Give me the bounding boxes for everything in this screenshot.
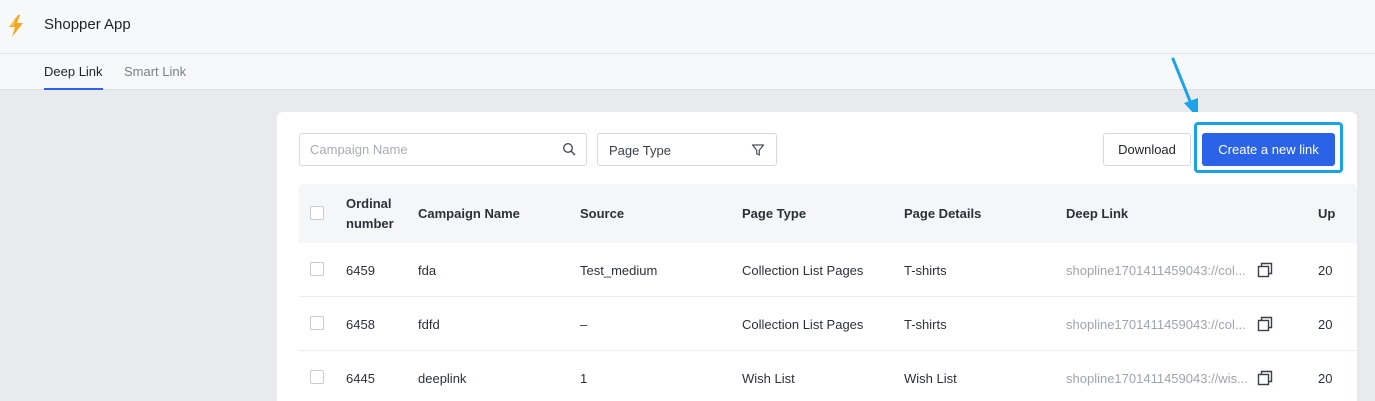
updated-cell: 20 (1318, 262, 1333, 278)
column-header-updated: Up (1318, 205, 1336, 221)
app-title: Shopper App (44, 16, 131, 33)
lightning-logo-icon (9, 15, 23, 37)
search-icon[interactable] (562, 142, 576, 156)
page-type-filter[interactable]: Page Type (597, 133, 777, 166)
annotation-arrow-icon (1171, 57, 1198, 118)
row-checkbox[interactable] (310, 370, 324, 384)
copy-icon[interactable] (1257, 262, 1273, 278)
updated-cell: 20 (1318, 370, 1333, 386)
column-header-ordinal: Ordinal number (346, 195, 394, 231)
column-header-page-details: Page Details (904, 205, 982, 221)
source-cell: Test_medium (580, 262, 658, 278)
app-header: Shopper App (0, 0, 1375, 54)
campaign-name-cell: deeplink (418, 370, 467, 386)
page-type-filter-label: Page Type (609, 143, 671, 158)
page-details-cell: T-shirts (904, 316, 947, 332)
campaign-search-input[interactable] (300, 134, 550, 165)
table-row[interactable]: 6459 fda Test_medium Collection List Pag… (299, 243, 1357, 297)
download-button[interactable]: Download (1103, 133, 1191, 166)
page-type-cell: Collection List Pages (742, 316, 864, 332)
campaign-name-cell: fdfd (418, 316, 440, 332)
copy-icon[interactable] (1257, 370, 1273, 386)
column-header-campaign-name: Campaign Name (418, 205, 520, 221)
select-all-checkbox[interactable] (310, 206, 324, 220)
filter-icon (751, 144, 765, 156)
page-type-cell: Wish List (742, 370, 795, 386)
page-details-cell: T-shirts (904, 262, 947, 278)
table-header: Ordinal number Campaign Name Source Page… (299, 184, 1357, 243)
create-new-link-button[interactable]: Create a new link (1202, 133, 1335, 166)
column-header-page-type: Page Type (742, 205, 807, 221)
page-type-cell: Collection List Pages (742, 262, 864, 278)
deep-link-panel: Page Type Download Create a new link Ord… (277, 112, 1357, 401)
deep-link-cell: shopline1701411459043://col... (1066, 262, 1246, 278)
column-header-deep-link: Deep Link (1066, 205, 1129, 221)
column-header-source: Source (580, 205, 625, 221)
ordinal-cell: 6445 (346, 370, 375, 386)
ordinal-cell: 6458 (346, 316, 375, 332)
deep-link-cell: shopline1701411459043://col... (1066, 316, 1246, 332)
table-row[interactable]: 6445 deeplink 1 Wish List Wish List shop… (299, 351, 1357, 401)
ordinal-cell: 6459 (346, 262, 375, 278)
source-cell: 1 (580, 370, 588, 386)
row-checkbox[interactable] (310, 262, 324, 276)
table-row[interactable]: 6458 fdfd – Collection List Pages T-shir… (299, 297, 1357, 351)
copy-icon[interactable] (1257, 316, 1273, 332)
tab-smart-link[interactable]: Smart Link (124, 54, 186, 90)
updated-cell: 20 (1318, 316, 1333, 332)
campaign-search-field[interactable] (299, 133, 587, 166)
campaign-name-cell: fda (418, 262, 437, 278)
tab-deep-link[interactable]: Deep Link (44, 54, 103, 90)
source-cell: – (580, 316, 588, 332)
row-checkbox[interactable] (310, 316, 324, 330)
deep-link-cell: shopline1701411459043://wis... (1066, 370, 1248, 386)
page-details-cell: Wish List (904, 370, 957, 386)
